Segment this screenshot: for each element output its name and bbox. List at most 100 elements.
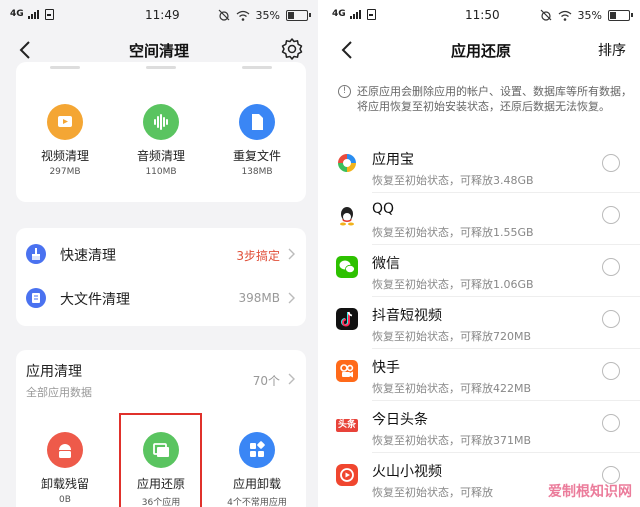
audio-icon bbox=[143, 104, 179, 140]
huoshan-icon bbox=[336, 464, 358, 486]
tile-label: 卸载残留 bbox=[40, 477, 89, 491]
app-name: QQ bbox=[372, 201, 395, 217]
alarm-off-icon bbox=[218, 9, 229, 21]
app-uninstall-tile[interactable]: 应用卸载 4个不常用应用 bbox=[209, 432, 305, 507]
status-time: 11:49 bbox=[145, 8, 180, 22]
app-detail: 恢复至初始状态，可释放720MB bbox=[372, 330, 532, 343]
media-clean-card: 视频清理 297MB 音频清理 110MB 重复文件 138MB bbox=[16, 62, 306, 202]
wifi-icon bbox=[236, 10, 249, 21]
yingyongbao-icon bbox=[336, 152, 358, 174]
row-label: 快速清理 bbox=[60, 248, 116, 264]
app-row-douyin[interactable]: 抖音短视频 恢复至初始状态，可释放720MB bbox=[322, 300, 640, 352]
tile-label: 应用卸载 bbox=[232, 477, 281, 491]
app-detail: 恢复至初始状态，可释放422MB bbox=[372, 382, 532, 395]
status-bar: 4G 11:49 35% bbox=[0, 0, 318, 30]
row-label: 大文件清理 bbox=[60, 292, 130, 308]
app-row-kuaishou[interactable]: 快手 恢复至初始状态，可释放422MB bbox=[322, 352, 640, 404]
uninstall-residue-tile[interactable]: 卸载残留 0B bbox=[17, 432, 113, 507]
battery-percent: 35% bbox=[255, 8, 280, 22]
network-type: 4G bbox=[10, 9, 24, 19]
tile-sub: 0B bbox=[59, 495, 71, 505]
toutiao-icon-text: 头条 bbox=[336, 419, 358, 432]
app-row-yingyongbao[interactable]: 应用宝 恢复至初始状态，可释放3.48GB bbox=[322, 144, 640, 196]
alarm-off-icon bbox=[540, 9, 551, 21]
sim-icon bbox=[367, 9, 376, 20]
row-value: 398MB bbox=[238, 291, 281, 305]
network-type: 4G bbox=[332, 9, 346, 19]
apps-icon bbox=[239, 432, 275, 468]
app-row-qq[interactable]: QQ 恢复至初始状态，可释放1.55GB bbox=[322, 196, 640, 248]
signal-icon bbox=[28, 10, 40, 19]
app-detail: 恢复至初始状态，可释放371MB bbox=[372, 434, 532, 447]
tile-size: 138MB bbox=[241, 167, 273, 177]
app-row-toutiao[interactable]: 头条 今日头条 恢复至初始状态，可释放371MB bbox=[322, 404, 640, 456]
file-icon bbox=[239, 104, 275, 140]
signal-icon bbox=[350, 10, 362, 19]
app-select-radio[interactable] bbox=[602, 310, 620, 328]
section-subtitle: 全部应用数据 bbox=[26, 386, 92, 399]
audio-clean-tile[interactable]: 音频清理 110MB bbox=[113, 104, 209, 177]
page-title: 应用还原 bbox=[450, 42, 511, 60]
tile-size: 297MB bbox=[49, 167, 81, 177]
broom-icon bbox=[26, 244, 46, 264]
kuaishou-icon bbox=[336, 360, 358, 382]
duplicate-files-tile[interactable]: 重复文件 138MB bbox=[209, 104, 305, 177]
app-name: 今日头条 bbox=[372, 412, 428, 428]
qq-icon bbox=[336, 204, 358, 226]
app-detail: 恢复至初始状态，可释放1.06GB bbox=[372, 278, 534, 291]
battery-icon bbox=[286, 9, 311, 21]
video-icon bbox=[47, 104, 83, 140]
app-name: 抖音短视频 bbox=[372, 308, 442, 324]
battery-icon bbox=[608, 9, 633, 21]
watermark-text: 爱制根知识网 bbox=[548, 484, 632, 500]
tile-label: 重复文件 bbox=[232, 149, 281, 163]
tile-label: 视频清理 bbox=[40, 149, 89, 163]
warning-text: 还原应用会删除应用的帐户、设置、数据库等所有数据，将应用恢复至初始安装状态，还原… bbox=[357, 85, 632, 113]
app-detail: 恢复至初始状态，可释放 bbox=[372, 486, 493, 499]
nav-bar: 应用还原 排序 bbox=[322, 30, 640, 70]
status-bar: 4G 11:50 35% bbox=[322, 0, 640, 30]
app-select-radio[interactable] bbox=[602, 258, 620, 276]
toutiao-icon: 头条 bbox=[336, 412, 358, 434]
app-select-radio[interactable] bbox=[602, 362, 620, 380]
douyin-icon bbox=[336, 308, 358, 330]
wechat-icon bbox=[336, 256, 358, 278]
chevron-right-icon bbox=[288, 373, 295, 385]
wifi-icon bbox=[558, 10, 571, 21]
app-name: 快手 bbox=[372, 360, 400, 376]
quick-clean-row[interactable]: 快速清理 3步搞定 bbox=[16, 232, 306, 276]
chevron-right-icon bbox=[288, 248, 295, 260]
page-title: 空间清理 bbox=[128, 42, 189, 60]
section-title: 应用清理 bbox=[26, 364, 82, 380]
space-clean-screen: 4G 11:49 35% 空间清理 视频清理 297MB 音频清理 110MB … bbox=[0, 0, 318, 507]
chevron-right-icon bbox=[288, 292, 295, 304]
app-select-radio[interactable] bbox=[602, 154, 620, 172]
big-files-row[interactable]: 大文件清理 398MB bbox=[16, 276, 306, 320]
app-count[interactable]: 70个 bbox=[253, 372, 280, 389]
app-select-radio[interactable] bbox=[602, 414, 620, 432]
app-select-radio[interactable] bbox=[602, 206, 620, 224]
battery-percent: 35% bbox=[577, 8, 602, 22]
tile-size: 110MB bbox=[145, 167, 177, 177]
android-icon bbox=[47, 432, 83, 468]
app-row-wechat[interactable]: 微信 恢复至初始状态，可释放1.06GB bbox=[322, 248, 640, 300]
app-detail: 恢复至初始状态，可释放3.48GB bbox=[372, 174, 534, 187]
video-clean-tile[interactable]: 视频清理 297MB bbox=[17, 104, 113, 177]
row-value: 3步搞定 bbox=[236, 249, 280, 263]
app-restore-screen: 4G 11:50 35% 应用还原 排序 ! 还原应用会删除应用的帐户、设置、数… bbox=[322, 0, 640, 507]
status-time: 11:50 bbox=[465, 8, 500, 22]
app-name: 应用宝 bbox=[372, 152, 414, 168]
highlight-box bbox=[119, 413, 202, 507]
app-detail: 恢复至初始状态，可释放1.55GB bbox=[372, 226, 534, 239]
tile-sub: 4个不常用应用 bbox=[227, 498, 287, 507]
app-name: 火山小视频 bbox=[372, 464, 442, 480]
sim-icon bbox=[45, 9, 54, 20]
clean-actions-card: 快速清理 3步搞定 大文件清理 398MB bbox=[16, 228, 306, 326]
tile-label: 音频清理 bbox=[136, 149, 185, 163]
sort-button[interactable]: 排序 bbox=[598, 40, 626, 60]
info-icon: ! bbox=[338, 85, 351, 98]
gear-icon[interactable] bbox=[280, 37, 304, 61]
restore-warning: ! 还原应用会删除应用的帐户、设置、数据库等所有数据，将应用恢复至初始安装状态，… bbox=[338, 84, 632, 114]
document-icon bbox=[26, 288, 46, 308]
media-tiles: 视频清理 297MB 音频清理 110MB 重复文件 138MB bbox=[17, 104, 305, 177]
